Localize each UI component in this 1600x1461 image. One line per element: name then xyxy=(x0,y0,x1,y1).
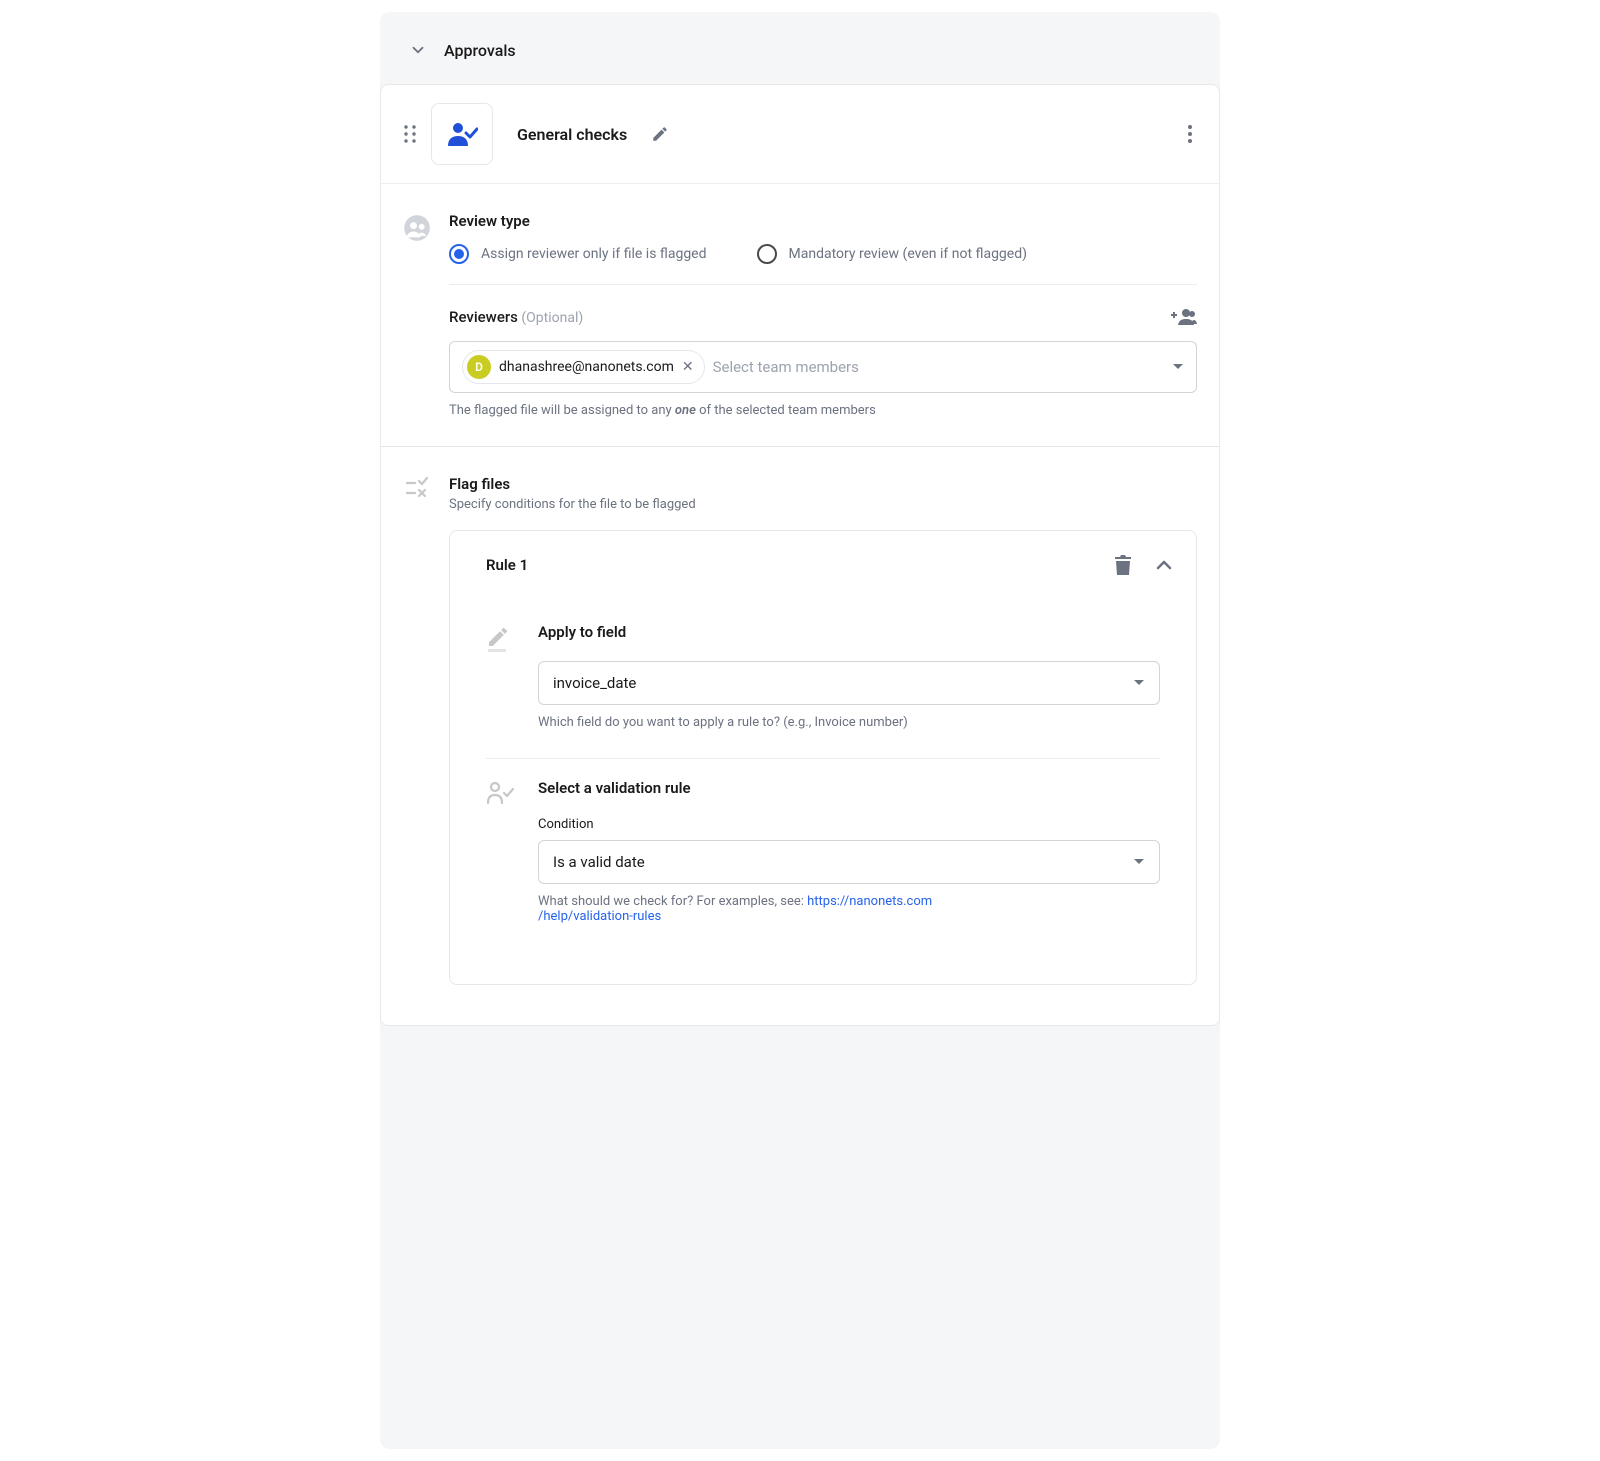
apply-field-section: Apply to field invoice_date Which field … xyxy=(486,603,1160,758)
reviewer-chip: D dhanashree@nanonets.com ✕ xyxy=(462,350,705,384)
review-type-title: Review type xyxy=(449,212,1197,230)
reviewers-help-text: The flagged file will be assigned to any… xyxy=(449,403,1197,418)
condition-label: Condition xyxy=(538,817,1160,832)
chevron-up-icon xyxy=(1156,560,1172,570)
person-validate-icon xyxy=(486,779,518,805)
flag-files-title: Flag files xyxy=(449,475,1197,493)
condition-value: Is a valid date xyxy=(553,853,645,871)
collapse-chevron-icon[interactable] xyxy=(408,40,428,60)
flag-rules-icon xyxy=(403,475,431,501)
help-link[interactable]: /help/validation-rules xyxy=(538,909,661,924)
chip-remove-button[interactable]: ✕ xyxy=(682,360,694,374)
chip-email: dhanashree@nanonets.com xyxy=(499,359,674,375)
flag-files-section: Flag files Specify conditions for the fi… xyxy=(403,475,1197,985)
dropdown-arrow-icon[interactable] xyxy=(1172,363,1184,371)
avatar: D xyxy=(467,355,491,379)
condition-select[interactable]: Is a valid date xyxy=(538,840,1160,884)
reviewers-label: Reviewers xyxy=(449,308,518,326)
edit-stage-button[interactable] xyxy=(651,125,669,143)
panel-header: Approvals xyxy=(380,40,1220,84)
more-menu-button[interactable] xyxy=(1183,120,1197,148)
delete-rule-button[interactable] xyxy=(1114,555,1132,575)
field-help-text: Which field do you want to apply a rule … xyxy=(538,715,1160,730)
stage-card: General checks Review type xyxy=(380,84,1220,1026)
field-select[interactable]: invoice_date xyxy=(538,661,1160,705)
add-people-button[interactable] xyxy=(1171,307,1197,327)
radio-unselected-icon xyxy=(757,244,777,264)
radio-label: Mandatory review (even if not flagged) xyxy=(789,246,1027,262)
radio-label: Assign reviewer only if file is flagged xyxy=(481,246,707,262)
people-icon xyxy=(403,212,431,242)
rule-title: Rule 1 xyxy=(486,556,1098,574)
optional-label: (Optional) xyxy=(521,310,583,326)
flag-files-subtitle: Specify conditions for the file to be fl… xyxy=(449,497,1197,512)
stage-card-header: General checks xyxy=(381,85,1219,184)
select-placeholder: Select team members xyxy=(713,358,1164,376)
edit-field-icon xyxy=(486,623,518,655)
apply-field-title: Apply to field xyxy=(538,623,1160,641)
condition-help-text: What should we check for? For examples, … xyxy=(538,894,1160,924)
person-add-icon xyxy=(1171,307,1197,327)
dropdown-arrow-icon xyxy=(1133,858,1145,866)
panel-title: Approvals xyxy=(444,41,516,60)
review-type-section: Review type Assign reviewer only if file… xyxy=(403,212,1197,418)
radio-flagged-only[interactable]: Assign reviewer only if file is flagged xyxy=(449,244,707,264)
validation-title: Select a validation rule xyxy=(538,779,1160,797)
stage-icon-box xyxy=(431,103,493,165)
person-check-icon xyxy=(446,120,478,148)
approvals-panel: Approvals General checks xyxy=(380,12,1220,1449)
reviewers-select[interactable]: D dhanashree@nanonets.com ✕ Select team … xyxy=(449,341,1197,393)
help-link[interactable]: https://nanonets.com xyxy=(807,894,932,909)
trash-icon xyxy=(1114,555,1132,575)
validation-section: Select a validation rule Condition Is a … xyxy=(486,758,1160,952)
stage-title: General checks xyxy=(517,125,627,144)
radio-selected-icon xyxy=(449,244,469,264)
kebab-icon xyxy=(1187,124,1193,144)
collapse-rule-button[interactable] xyxy=(1156,560,1172,570)
drag-handle-icon[interactable] xyxy=(403,124,417,144)
radio-mandatory[interactable]: Mandatory review (even if not flagged) xyxy=(757,244,1027,264)
pencil-icon xyxy=(651,125,669,143)
dropdown-arrow-icon xyxy=(1133,679,1145,687)
field-value: invoice_date xyxy=(553,674,636,692)
rule-card: Rule 1 xyxy=(449,530,1197,985)
rule-header: Rule 1 xyxy=(450,531,1196,599)
